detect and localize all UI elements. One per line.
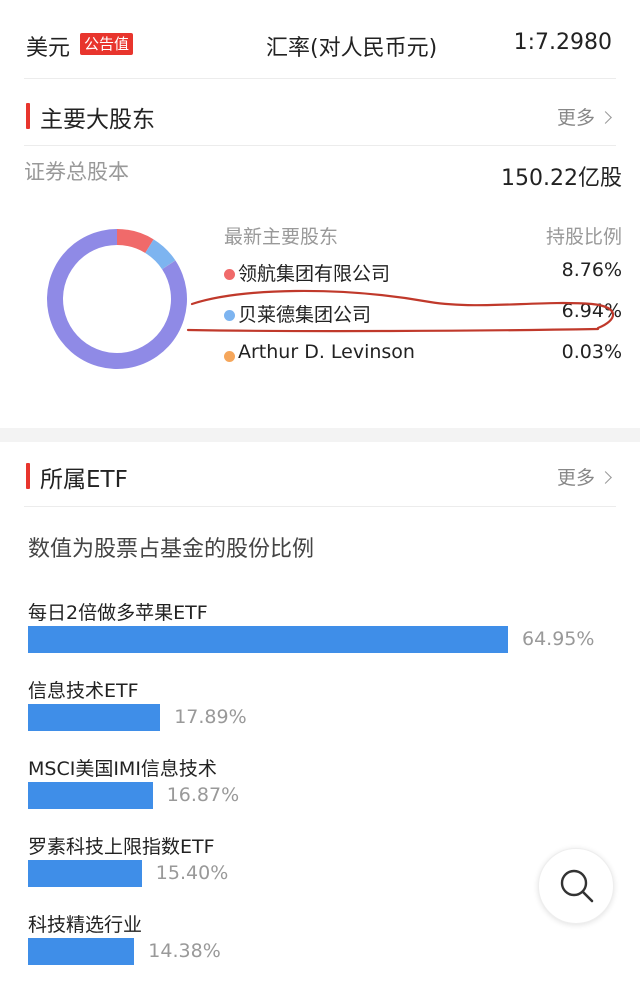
etf-name: 信息技术ETF: [28, 680, 139, 702]
total-shares-value: 150.22亿股: [501, 166, 622, 191]
shareholder-row: Arthur D. Levinson 0.03%: [224, 340, 622, 370]
divider: [24, 506, 616, 507]
exchange-rate-label: 汇率(对人民币元): [266, 36, 438, 61]
announcement-badge: 公告值: [80, 33, 134, 55]
legend-dot: [224, 269, 235, 280]
section-accent-bar: [26, 103, 30, 129]
etf-name: 罗素科技上限指数ETF: [28, 836, 215, 858]
shareholder-percent: 8.76%: [561, 259, 622, 281]
etf-note: 数值为股票占基金的股份比例: [28, 537, 315, 562]
etf-bar: [28, 860, 142, 887]
etf-percent: 17.89%: [174, 706, 247, 728]
etf-more-link[interactable]: 更多: [556, 463, 612, 490]
legend-dot: [224, 351, 235, 362]
etf-bar: [28, 938, 135, 965]
chevron-right-icon: [599, 111, 612, 124]
etf-bar: [28, 782, 153, 809]
search-icon: [560, 869, 594, 903]
handdrawn-annotation: [186, 289, 615, 333]
etf-percent: 16.87%: [166, 784, 240, 806]
etf-bar: [28, 626, 508, 653]
shareholder-column-ratio: 持股比例: [545, 226, 622, 248]
shareholder-column-name: 最新主要股东: [224, 226, 339, 248]
section-accent-bar: [26, 463, 30, 489]
total-shares-label: 证券总股本: [24, 160, 129, 184]
etf-name: MSCI美国IMI信息技术: [28, 758, 217, 780]
etf-percent: 15.40%: [155, 862, 229, 884]
shareholders-more-link[interactable]: 更多: [556, 103, 612, 130]
shareholder-percent: 0.03%: [561, 341, 622, 363]
etf-percent: 64.95%: [522, 628, 595, 650]
divider: [24, 145, 616, 146]
more-label: 更多: [556, 107, 595, 129]
more-label: 更多: [556, 467, 595, 489]
exchange-rate-value: 1:7.2980: [513, 30, 612, 55]
section-gap: [0, 428, 640, 442]
shareholder-name: Arthur D. Levinson: [238, 341, 415, 363]
divider: [24, 78, 616, 79]
etf-name: 每日2倍做多苹果ETF: [28, 602, 208, 624]
etf-percent: 14.38%: [148, 940, 221, 962]
shareholder-donut-chart: [47, 229, 187, 369]
shareholders-title: 主要大股东: [40, 107, 155, 133]
etf-bar: [28, 704, 161, 731]
etf-title: 所属ETF: [40, 467, 128, 493]
currency-name: 美元: [26, 36, 71, 61]
etf-name: 科技精选行业: [28, 914, 143, 936]
chevron-right-icon: [599, 471, 612, 484]
search-button[interactable]: [538, 848, 614, 924]
